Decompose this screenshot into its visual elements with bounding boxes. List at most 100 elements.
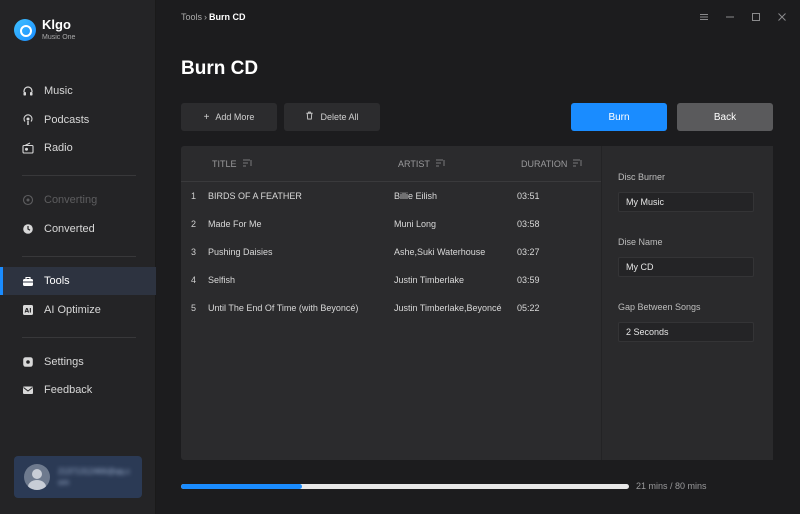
ai-icon: AI [22,304,34,316]
gap-between-songs-label: Gap Between Songs [618,302,701,312]
podcast-icon [22,114,34,126]
window-controls [698,10,788,24]
track-table: TITLE ARTIST DURATION 1 BIRDS OF A FEATH… [181,146,601,460]
row-duration: 03:51 [517,191,540,201]
sidebar-item-ai-optimize[interactable]: AI AI Optimize [0,296,156,324]
breadcrumb-current: Burn CD [209,12,246,22]
add-more-button[interactable]: + Add More [181,103,277,131]
row-number: 3 [191,247,197,257]
column-title[interactable]: TITLE [212,159,252,169]
trash-icon [305,111,314,123]
burn-panel: TITLE ARTIST DURATION 1 BIRDS OF A FEATH… [181,146,773,460]
row-duration: 03:59 [517,275,540,285]
maximize-icon[interactable] [750,10,762,24]
radio-icon [22,142,34,154]
row-title: Selfish [208,275,236,285]
clock-icon [22,223,34,235]
user-account-card[interactable]: 21371312466@qq.com [14,456,142,498]
toolbox-icon [22,275,34,287]
row-number: 5 [191,303,197,313]
sidebar-item-settings[interactable]: Settings [0,348,156,376]
row-number: 4 [191,275,197,285]
sidebar-item-label: Feedback [44,384,93,396]
headphones-icon [22,85,34,97]
minimize-icon[interactable] [724,10,736,24]
avatar [24,464,50,490]
row-title: Pushing Daisies [208,247,273,257]
sidebar-item-music[interactable]: Music [0,77,156,105]
sidebar-item-converted[interactable]: Converted [0,215,156,243]
column-duration[interactable]: DURATION [521,159,582,169]
capacity-progress-bar [181,484,629,489]
delete-all-button[interactable]: Delete All [284,103,380,131]
table-row[interactable]: 1 BIRDS OF A FEATHER Billie Eilish 03:51 [181,182,601,210]
table-row[interactable]: 4 Selfish Justin Timberlake 03:59 [181,266,601,294]
back-button[interactable]: Back [677,103,773,131]
page-title: Burn CD [181,58,259,79]
table-row[interactable]: 5 Until The End Of Time (with Beyoncé) J… [181,294,601,322]
sidebar-item-label: Settings [44,356,84,368]
table-header: TITLE ARTIST DURATION [181,146,601,182]
column-duration-label: DURATION [521,159,568,169]
add-more-label: Add More [215,112,255,122]
row-title: Made For Me [208,219,262,229]
app-logo: Klgo Music One [14,18,75,41]
sidebar-divider [22,175,136,176]
svg-text:AI: AI [25,308,32,315]
row-duration: 03:58 [517,219,540,229]
sidebar-divider [22,256,136,257]
sidebar-item-label: Radio [44,142,73,154]
row-duration: 05:22 [517,303,540,313]
table-row[interactable]: 3 Pushing Daisies Ashe,Suki Waterhouse 0… [181,238,601,266]
sidebar-item-label: AI Optimize [44,304,101,316]
breadcrumb-parent[interactable]: Tools [181,12,202,22]
mail-icon [22,384,34,396]
sort-icon[interactable] [573,159,582,169]
burn-button[interactable]: Burn [571,103,667,131]
sidebar-item-label: Tools [44,275,70,287]
sort-icon[interactable] [435,159,445,169]
gap-between-songs-select[interactable]: 2 Seconds [618,322,754,342]
sidebar: Klgo Music One Music Podcasts Radio Conv… [0,0,156,514]
sidebar-item-label: Podcasts [44,114,90,126]
logo-icon [14,18,36,41]
close-icon[interactable] [776,10,788,24]
row-artist: Billie Eilish [394,191,438,201]
column-artist[interactable]: ARTIST [398,159,445,169]
sidebar-item-feedback[interactable]: Feedback [0,376,156,404]
disc-burner-label: Disc Burner [618,172,666,182]
capacity-progress-fill [181,484,302,489]
row-artist: Muni Long [394,219,437,229]
app-subtitle: Music One [42,34,76,41]
row-artist: Justin Timberlake [394,275,465,285]
gear-icon [22,356,34,368]
sidebar-item-podcasts[interactable]: Podcasts [0,106,156,134]
menu-icon[interactable] [698,10,710,24]
breadcrumb-separator: › [204,12,208,22]
sort-icon[interactable] [242,159,252,169]
user-email: 21371312466@qq.com [58,467,131,487]
disc-name-label: Dise Name [618,237,663,247]
sidebar-item-label: Music [44,85,73,97]
sidebar-item-converting[interactable]: Converting [0,186,156,214]
burn-settings-panel: Disc Burner My Music Dise Name My CD Gap… [601,146,773,460]
sidebar-item-label: Converting [44,194,98,206]
sidebar-item-radio[interactable]: Radio [0,134,156,162]
plus-icon: + [203,111,210,123]
row-number: 2 [191,219,197,229]
sidebar-divider [22,337,136,338]
main-content: Tools › Burn CD Burn CD + Add More Delet… [157,0,800,514]
capacity-progress-text: 21 mins / 80 mins [636,481,707,491]
column-artist-label: ARTIST [398,159,430,169]
column-title-label: TITLE [212,159,237,169]
breadcrumb: Tools › Burn CD [181,12,246,22]
sidebar-item-label: Converted [44,223,95,235]
row-title: Until The End Of Time (with Beyoncé) [208,303,359,313]
disc-burner-select[interactable]: My Music [618,192,754,212]
delete-all-label: Delete All [320,112,359,122]
sidebar-item-tools[interactable]: Tools [0,267,156,295]
app-name: Klgo [42,17,71,32]
row-number: 1 [191,191,197,201]
disc-name-input[interactable]: My CD [618,257,754,277]
table-row[interactable]: 2 Made For Me Muni Long 03:58 [181,210,601,238]
